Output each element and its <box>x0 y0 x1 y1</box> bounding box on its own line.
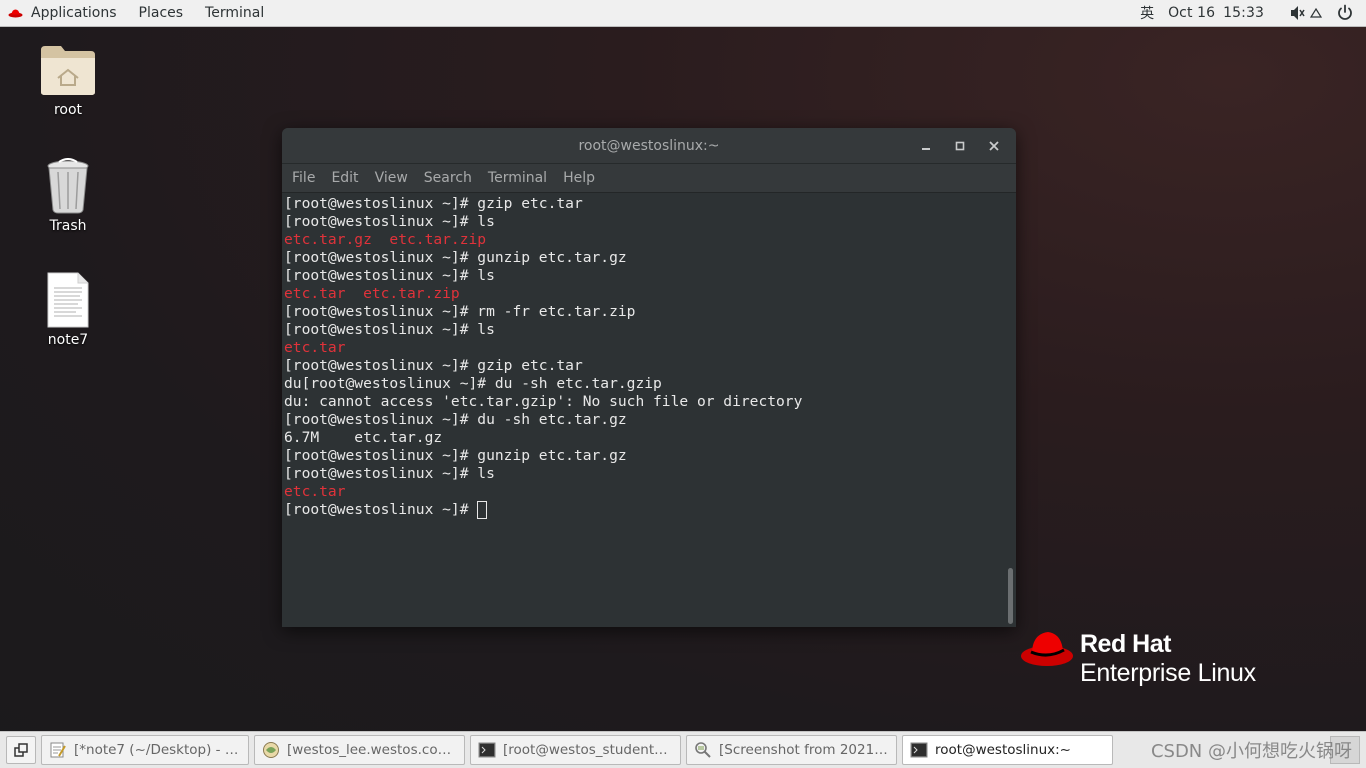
terminal-output[interactable]: [root@westoslinux ~]# gzip etc.tar [root@… <box>282 193 1004 627</box>
clock-time: 15:33 <box>1223 5 1264 21</box>
power-icon <box>1338 4 1352 20</box>
task-label: [Screenshot from 2021-10... <box>719 742 890 758</box>
clock-date: Oct 16 <box>1168 5 1216 21</box>
text-cursor <box>477 501 488 519</box>
terminal-icon <box>910 742 928 758</box>
taskbar-item-vnc[interactable]: [westos_lee.westos.com:8 ... <box>254 735 465 765</box>
terminal-titlebar[interactable]: root@westoslinux:~ <box>282 128 1016 164</box>
menu-terminal[interactable]: Terminal <box>480 170 555 186</box>
terminal-command-line: [root@westoslinux ~]# ls <box>284 321 495 338</box>
input-method-indicator[interactable]: 英 <box>1140 3 1154 23</box>
redhat-hat-icon <box>1021 632 1073 666</box>
terminal-output-line: etc.tar etc.tar.zip <box>284 285 460 302</box>
minimize-button[interactable] <box>914 134 938 158</box>
taskbar-item-screenshot[interactable]: [Screenshot from 2021-10... <box>686 735 897 765</box>
terminal-command-line: [root@westoslinux ~]# du -sh etc.tar.gz <box>284 411 627 428</box>
desktop-icon-trash[interactable]: Trash <box>28 158 108 234</box>
terminal-command-line: [root@westoslinux ~]# ls <box>284 213 495 230</box>
menu-view[interactable]: View <box>367 170 416 186</box>
show-desktop-button[interactable] <box>6 736 36 764</box>
task-label: [*note7 (~/Desktop) - gedit] <box>74 742 242 758</box>
applications-label: Applications <box>31 5 117 21</box>
terminal-command-line: [root@westoslinux ~]# ls <box>284 267 495 284</box>
window-title: root@westoslinux:~ <box>578 137 720 154</box>
terminal-prompt-line: [root@westoslinux ~]# <box>284 501 1004 519</box>
terminal-command-line: [root@westoslinux ~]# gunzip etc.tar.gz <box>284 447 627 464</box>
scrollbar-thumb[interactable] <box>1008 568 1013 624</box>
redhat-logo-icon <box>8 9 23 18</box>
vnc-viewer-icon <box>263 742 279 758</box>
window-controls <box>904 128 1006 164</box>
task-label: root@westoslinux:~ <box>935 742 1071 758</box>
show-desktop-icon <box>14 743 28 757</box>
home-folder-icon <box>41 46 95 95</box>
close-icon <box>989 141 999 151</box>
watermark-text: CSDN @小何想吃火锅呀 <box>1150 741 1352 762</box>
clock[interactable]: Oct 16 15:33 <box>1168 5 1264 21</box>
terminal-command-line: [root@westoslinux ~]# ls <box>284 465 495 482</box>
menu-search[interactable]: Search <box>416 170 480 186</box>
places-menu[interactable]: Places <box>128 0 195 27</box>
terminal-command-line: 6.7M etc.tar.gz <box>284 429 443 446</box>
minimize-icon <box>922 148 930 150</box>
task-label: [westos_lee.westos.com:8 ... <box>287 742 458 758</box>
gedit-icon <box>50 742 66 758</box>
prompt-text: [root@westoslinux ~]# <box>284 501 478 518</box>
terminal-output-line: etc.tar <box>284 483 346 500</box>
applications-menu[interactable]: Applications <box>0 0 128 27</box>
system-status-area[interactable] <box>1290 4 1354 22</box>
terminal-output-line: etc.tar <box>284 339 346 356</box>
terminal-window: root@westoslinux:~ File Edit View Search… <box>282 128 1016 627</box>
redhat-enterprise-linux-logo: Red Hat Enterprise Linux <box>1020 626 1290 696</box>
top-menu: Applications Places Terminal <box>0 0 275 27</box>
terminal-icon <box>478 742 496 758</box>
top-bar: Applications Places Terminal 英 Oct 16 15… <box>0 0 1366 27</box>
terminal-command-line: du[root@westoslinux ~]# du -sh etc.tar.g… <box>284 375 662 392</box>
terminal-command-line: [root@westoslinux ~]# gzip etc.tar <box>284 357 583 374</box>
logo-line-redhat: Red Hat <box>1080 630 1171 658</box>
terminal-app-menu[interactable]: Terminal <box>194 0 275 27</box>
desktop-icon-note7[interactable]: note7 <box>28 272 108 348</box>
maximize-icon <box>955 141 965 151</box>
volume-muted-icon <box>1291 6 1305 20</box>
maximize-button[interactable] <box>948 134 972 158</box>
terminal-command-line: [root@westoslinux ~]# gunzip etc.tar.gz <box>284 249 627 266</box>
image-viewer-icon <box>695 742 711 758</box>
desktop-icon-root[interactable]: root <box>28 40 108 118</box>
desktop-icon-label: Trash <box>49 218 87 234</box>
taskbar-item-terminal-active[interactable]: root@westoslinux:~ <box>902 735 1113 765</box>
menu-edit[interactable]: Edit <box>323 170 366 186</box>
terminal-menubar: File Edit View Search Terminal Help <box>282 164 1016 193</box>
terminal-output-line: etc.tar.gz etc.tar.zip <box>284 231 487 248</box>
taskbar-item-gedit[interactable]: [*note7 (~/Desktop) - gedit] <box>41 735 249 765</box>
terminal-command-line: [root@westoslinux ~]# gzip etc.tar <box>284 195 583 212</box>
top-bar-status: 英 Oct 16 15:33 <box>1126 0 1366 27</box>
network-icon <box>1310 8 1322 18</box>
task-label: [root@westos_student27:... <box>503 742 674 758</box>
scrollbar[interactable] <box>1004 193 1016 627</box>
desktop-icon-label: note7 <box>47 332 89 348</box>
desktop-icon-label: root <box>53 102 83 118</box>
logo-line-enterprise-linux: Enterprise Linux <box>1080 659 1256 687</box>
menu-help[interactable]: Help <box>555 170 603 186</box>
taskbar-item-terminal-student[interactable]: [root@westos_student27:... <box>470 735 681 765</box>
terminal-command-line: [root@westoslinux ~]# rm -fr etc.tar.zip <box>284 303 636 320</box>
text-file-icon <box>47 272 89 328</box>
menu-file[interactable]: File <box>284 170 323 186</box>
trash-icon <box>47 158 89 214</box>
close-button[interactable] <box>982 134 1006 158</box>
terminal-command-line: du: cannot access 'etc.tar.gzip': No suc… <box>284 393 803 410</box>
